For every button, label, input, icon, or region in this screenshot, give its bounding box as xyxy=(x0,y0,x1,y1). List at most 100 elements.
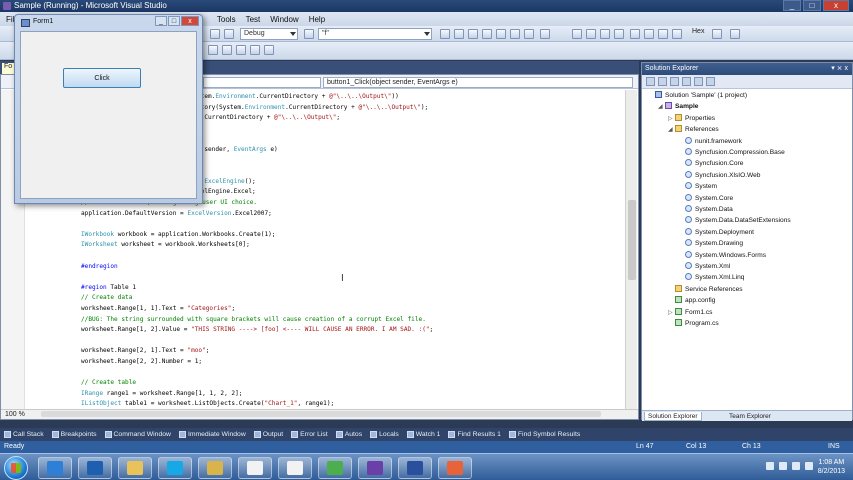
step-out-icon[interactable] xyxy=(672,29,682,39)
panel-pin-controls[interactable]: ▾ ⨯ x xyxy=(831,63,848,75)
tree-node[interactable]: System.Data.DataSetExtensions xyxy=(678,215,791,226)
tree-node[interactable]: System.Core xyxy=(678,193,733,204)
menu-item-tools[interactable]: Tools xyxy=(217,15,236,24)
break-all-icon[interactable] xyxy=(586,29,596,39)
object-browser-icon[interactable] xyxy=(482,29,492,39)
properties-icon[interactable] xyxy=(468,29,478,39)
solution-config-combo[interactable]: Debug xyxy=(240,28,298,40)
form1-window[interactable]: Form1 _ □ x Click xyxy=(14,14,203,204)
hex-toggle-label[interactable]: Hex xyxy=(692,28,704,35)
restart-icon[interactable] xyxy=(614,29,624,39)
tree-node[interactable]: Service References xyxy=(668,284,743,295)
taskbar-app-button[interactable] xyxy=(118,457,152,479)
tree-node[interactable]: System xyxy=(678,181,717,192)
expander-icon[interactable]: ▷ xyxy=(668,308,675,319)
uncomment-icon[interactable] xyxy=(222,45,232,55)
minimize-button[interactable]: _ xyxy=(783,0,801,11)
taskbar-app-button[interactable] xyxy=(398,457,432,479)
tree-node[interactable]: Solution 'Sample' (1 project) xyxy=(648,90,747,101)
tree-node[interactable]: Program.cs xyxy=(668,318,719,329)
step-over-icon[interactable] xyxy=(658,29,668,39)
type-navigation-combo[interactable] xyxy=(203,77,321,88)
undo-icon[interactable] xyxy=(210,29,220,39)
menu-item-window[interactable]: Window xyxy=(270,15,298,24)
outdent-icon[interactable] xyxy=(250,45,260,55)
taskbar-app-button[interactable] xyxy=(38,457,72,479)
solution-explorer-icon[interactable] xyxy=(496,29,506,39)
tree-node[interactable]: System.Xml xyxy=(678,261,730,272)
close-button[interactable]: x xyxy=(823,0,849,11)
vertical-scrollbar[interactable] xyxy=(625,90,637,410)
comment-icon[interactable] xyxy=(208,45,218,55)
taskbar-app-button[interactable] xyxy=(158,457,192,479)
taskbar-app-button[interactable] xyxy=(358,457,392,479)
tree-node[interactable]: System.Deployment xyxy=(678,227,754,238)
tree-node[interactable]: ◢ References xyxy=(668,124,719,135)
indent-icon[interactable] xyxy=(236,45,246,55)
redo-icon[interactable] xyxy=(224,29,234,39)
taskbar-app-button[interactable] xyxy=(318,457,352,479)
form1-minimize-button[interactable]: _ xyxy=(155,16,167,26)
expander-icon[interactable]: ◢ xyxy=(668,125,675,136)
tree-node[interactable]: System.Xml.Linq xyxy=(678,272,744,283)
tree-node[interactable]: ◢ Sample xyxy=(658,101,698,112)
tray-flag-icon[interactable] xyxy=(779,462,787,470)
tree-node[interactable]: nunit.framework xyxy=(678,136,742,147)
horizontal-scrollbar[interactable] xyxy=(41,411,601,417)
show-all-files-icon[interactable] xyxy=(658,77,667,86)
tray-network-icon[interactable] xyxy=(792,462,800,470)
click-button[interactable]: Click xyxy=(63,68,141,88)
menu-item-test[interactable]: Test xyxy=(246,15,261,24)
tray-volume-icon[interactable] xyxy=(805,462,813,470)
class-diagram-icon[interactable] xyxy=(706,77,715,86)
taskbar-app-button[interactable] xyxy=(78,457,112,479)
refresh-icon[interactable] xyxy=(670,77,679,86)
tree-node[interactable]: Syncfusion.Compression.Base xyxy=(678,147,785,158)
menu-item-help[interactable]: Help xyxy=(309,15,325,24)
bookmark-icon[interactable] xyxy=(264,45,274,55)
show-next-statement-icon[interactable] xyxy=(630,29,640,39)
tree-node[interactable]: System.Data xyxy=(678,204,733,215)
tree-node[interactable]: app.config xyxy=(668,295,715,306)
tool-tab-find-symbol-results[interactable]: Find Symbol Results xyxy=(508,431,580,438)
taskbar-app-button[interactable] xyxy=(238,457,272,479)
server-explorer-icon[interactable] xyxy=(510,29,520,39)
find-icon[interactable] xyxy=(304,29,314,39)
view-code-icon[interactable] xyxy=(682,77,691,86)
properties-icon[interactable] xyxy=(646,77,655,86)
tool-tab-locals[interactable]: Locals xyxy=(370,431,399,438)
member-navigation-combo[interactable]: button1_Click(object sender, EventArgs e… xyxy=(323,77,633,88)
stop-debugging-icon[interactable] xyxy=(600,29,610,39)
view-designer-icon[interactable] xyxy=(694,77,703,86)
tool-tab-error-list[interactable]: Error List xyxy=(291,431,328,438)
expander-icon[interactable]: ▷ xyxy=(668,114,675,125)
tool-tab-find-results-1[interactable]: Find Results 1 xyxy=(448,431,501,438)
tool-tab-breakpoints[interactable]: Breakpoints xyxy=(51,431,97,438)
tree-node[interactable]: Syncfusion.XlsIO.Web xyxy=(678,170,760,181)
tab-team-explorer[interactable]: Team Explorer xyxy=(726,412,774,421)
tree-node[interactable]: ▷ Form1.cs xyxy=(668,307,712,318)
tool-tab-immediate-window[interactable]: Immediate Window xyxy=(178,431,246,438)
tab-solution-explorer[interactable]: Solution Explorer xyxy=(644,412,702,421)
tool-tab-autos[interactable]: Autos xyxy=(335,431,362,438)
tree-node[interactable]: System.Drawing xyxy=(678,238,743,249)
options-icon[interactable] xyxy=(540,29,550,39)
find-combo[interactable]: "f" xyxy=(318,28,432,40)
tool-tab-output[interactable]: Output xyxy=(253,431,283,438)
form1-close-button[interactable]: x xyxy=(181,16,199,26)
zoom-level[interactable]: 100 % xyxy=(5,411,25,418)
taskbar-app-button[interactable] xyxy=(198,457,232,479)
taskbar-app-button[interactable] xyxy=(438,457,472,479)
taskbar-app-button[interactable] xyxy=(278,457,312,479)
find-in-files-icon[interactable] xyxy=(440,29,450,39)
tool-tab-command-window[interactable]: Command Window xyxy=(104,431,171,438)
taskbar-clock[interactable]: 1:08 AM 8/2/2013 xyxy=(818,458,845,476)
toolbox-icon[interactable] xyxy=(454,29,464,39)
tray-arrow-icon[interactable] xyxy=(766,462,774,470)
tool-tab-watch-1[interactable]: Watch 1 xyxy=(406,431,440,438)
expander-icon[interactable]: ◢ xyxy=(658,102,665,113)
start-button[interactable] xyxy=(4,456,28,480)
breakpoints-window-icon[interactable] xyxy=(712,29,722,39)
step-into-icon[interactable] xyxy=(644,29,654,39)
form1-maximize-button[interactable]: □ xyxy=(168,16,180,26)
